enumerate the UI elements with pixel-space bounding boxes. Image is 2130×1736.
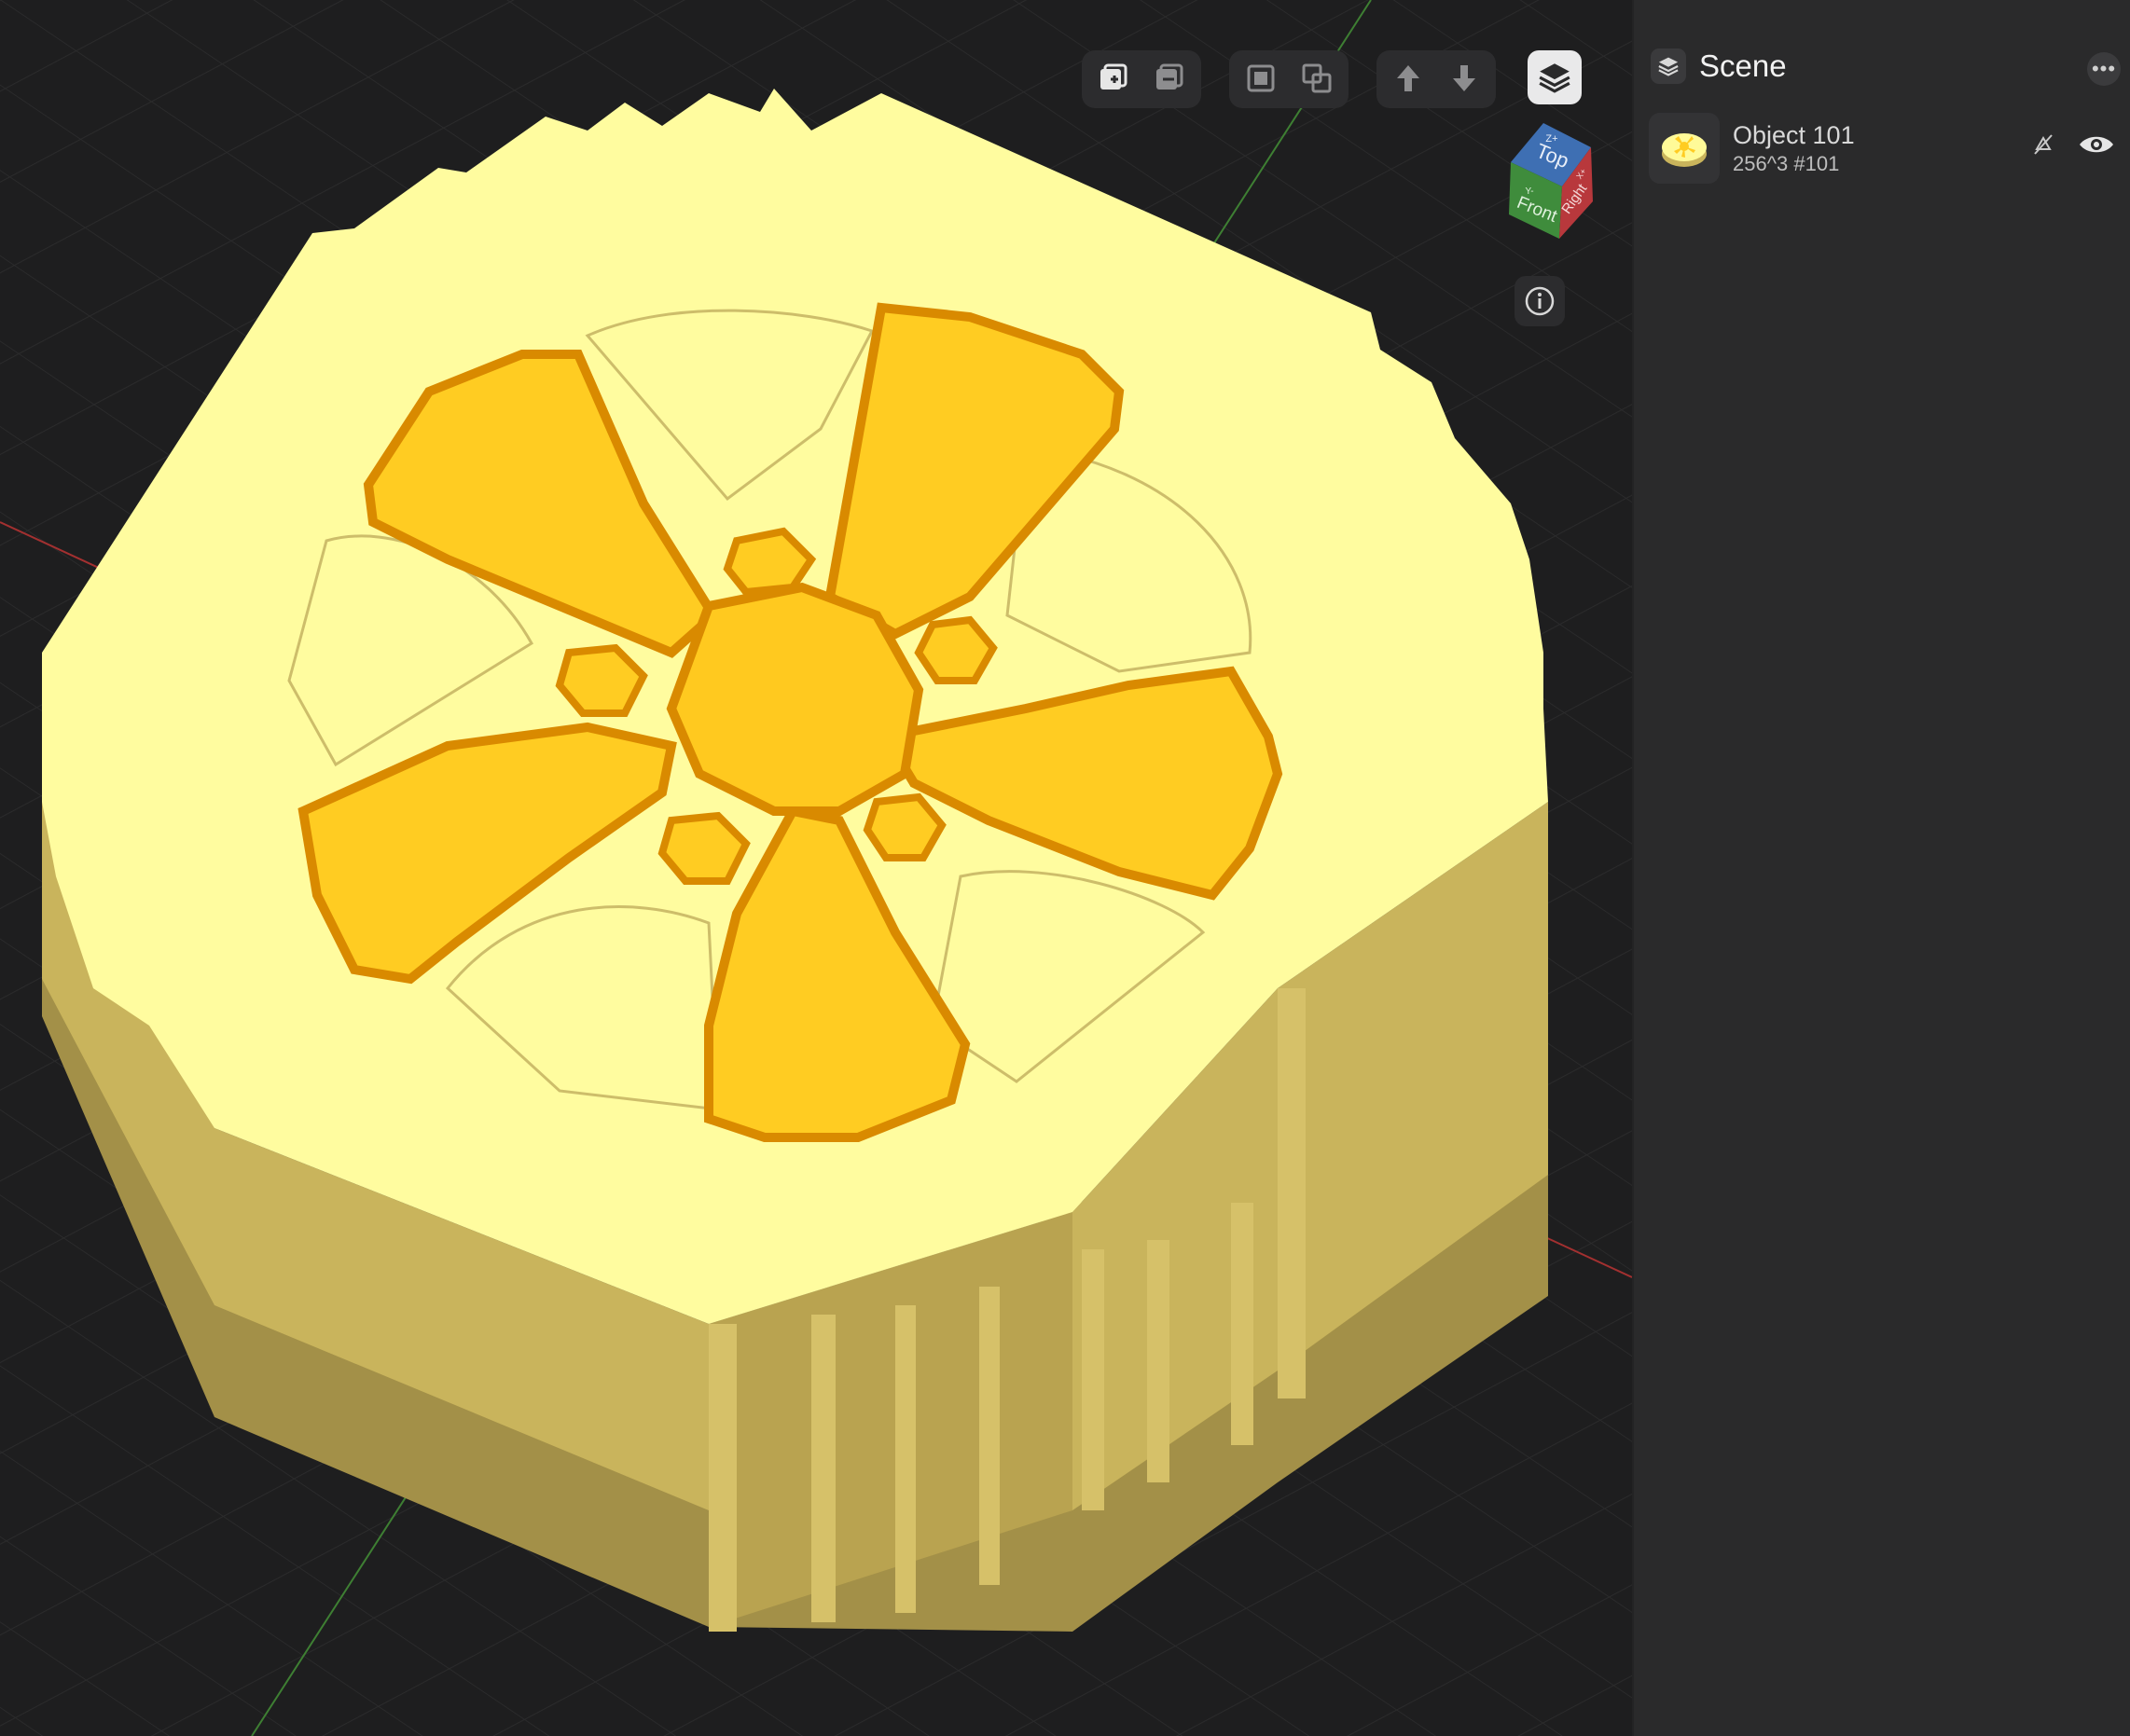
dot-2 (914, 615, 998, 684)
dot-4 (863, 792, 947, 861)
object-name: Object 101 (1733, 121, 1855, 149)
scene-panel: Scene ••• Object 101 256^3 #101 (1632, 0, 2130, 1736)
voxel-scene[interactable] (0, 0, 1632, 1736)
split-icon (1302, 63, 1332, 93)
scene-panel-title: Scene (1699, 48, 1787, 83)
move-up-icon (1397, 65, 1419, 91)
move-down-icon (1453, 65, 1475, 91)
info-button[interactable] (1515, 276, 1565, 326)
view-cube[interactable]: Top Z+ Front Y- Right X+ (1473, 119, 1613, 259)
split-button[interactable] (1289, 50, 1345, 106)
merge-button[interactable] (1233, 50, 1289, 106)
flower-center (666, 582, 924, 816)
toolbar (1082, 50, 1496, 108)
ellipsis-icon[interactable]: ••• (2087, 52, 2121, 86)
toolbar-group-order (1376, 50, 1496, 108)
object-thumbnail (1649, 113, 1720, 184)
add-layer-button[interactable] (1086, 50, 1141, 106)
move-down-button[interactable] (1436, 50, 1492, 106)
scene-panel-header: Scene (1651, 48, 1787, 84)
view-cube-z-label: Z+ (1545, 133, 1557, 145)
3d-viewport[interactable]: Top Z+ Front Y- Right X+ (0, 0, 1632, 1736)
remove-layer-icon (1156, 63, 1183, 90)
view-cube-y-label: Y- (1525, 186, 1533, 197)
remove-layer-button[interactable] (1141, 50, 1197, 106)
toolbar-group-layers (1082, 50, 1201, 108)
scene-object-row[interactable]: Object 101 256^3 #101 (1649, 112, 2124, 185)
move-up-button[interactable] (1380, 50, 1436, 106)
merge-icon (1247, 64, 1275, 92)
object-subtitle: 256^3 #101 (1733, 152, 1840, 175)
toolbar-group-merge (1229, 50, 1349, 108)
scene-layers-icon (1651, 48, 1686, 84)
layers-toggle-button[interactable] (1528, 50, 1582, 104)
eye-icon[interactable] (2078, 131, 2115, 158)
eye-slash-icon[interactable] (2029, 131, 2057, 158)
layers-icon (1539, 63, 1570, 93)
add-layer-icon (1100, 63, 1127, 90)
info-icon (1525, 286, 1555, 316)
